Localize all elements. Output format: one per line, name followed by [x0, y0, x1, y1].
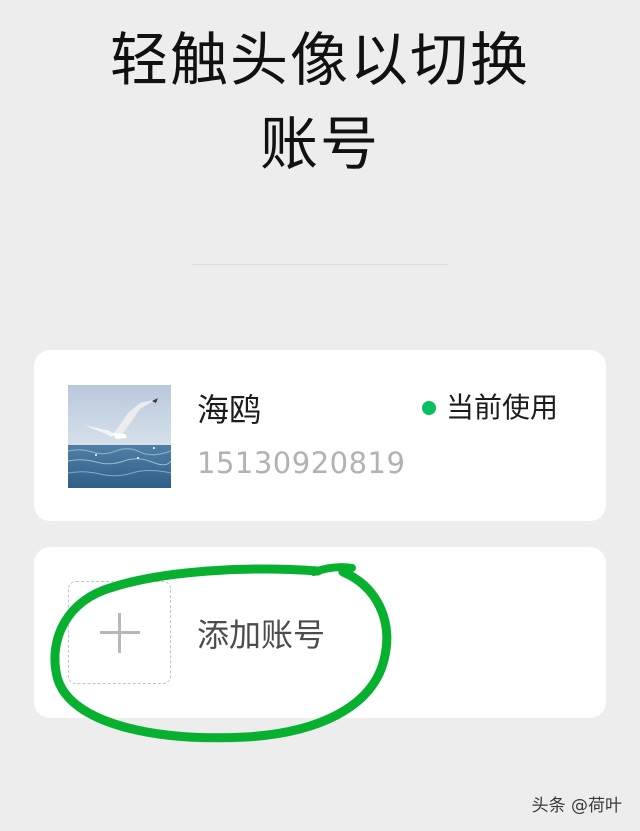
current-account-card[interactable]: 海鸥 15130920819 当前使用	[34, 350, 606, 521]
status-dot-icon	[422, 401, 436, 415]
page-title-line-1: 轻触头像以切换	[109, 26, 530, 94]
account-name: 海鸥	[197, 391, 262, 429]
plus-icon-vertical	[118, 613, 121, 653]
account-phone: 15130920819	[197, 446, 406, 480]
add-account-button[interactable]	[68, 581, 171, 684]
page-title: 轻触头像以切换 账号	[0, 18, 640, 186]
divider	[192, 264, 448, 265]
status-text: 当前使用	[446, 391, 559, 424]
status-badge: 当前使用	[422, 390, 558, 426]
watermark: 头条 @荷叶	[531, 796, 622, 816]
add-account-label[interactable]: 添加账号	[197, 615, 325, 655]
page-title-line-2: 账号	[259, 110, 380, 178]
avatar[interactable]	[68, 385, 171, 488]
seagull-photo	[68, 385, 171, 488]
add-account-card[interactable]: 添加账号	[34, 547, 606, 718]
